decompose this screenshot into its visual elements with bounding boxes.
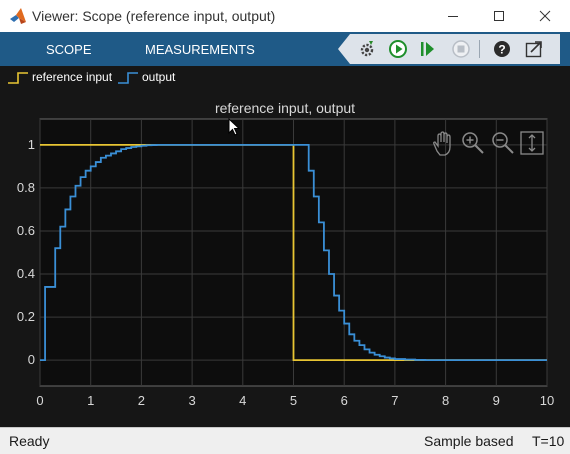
legend-swatch-reference-input xyxy=(8,72,28,84)
plot-title: reference input, output xyxy=(214,100,356,116)
matlab-logo-icon xyxy=(10,8,26,24)
run-button[interactable] xyxy=(387,38,409,60)
window-title: Viewer: Scope (reference input, output) xyxy=(32,8,276,24)
svg-text:?: ? xyxy=(498,43,505,57)
undock-icon xyxy=(525,41,542,58)
settings-button[interactable] xyxy=(356,38,378,60)
stop-button[interactable] xyxy=(450,38,472,60)
status-bar: Ready Sample based T=10 xyxy=(0,427,570,454)
quick-access-toolbar: ? xyxy=(338,34,560,64)
run-icon xyxy=(389,40,407,58)
status-time: T=10 xyxy=(532,433,565,449)
help-icon: ? xyxy=(494,41,510,57)
legend-label-output: output xyxy=(142,70,176,84)
minimize-button[interactable] xyxy=(430,0,476,32)
settings-gear-icon xyxy=(360,41,374,57)
close-icon xyxy=(539,10,551,22)
stop-icon xyxy=(452,40,470,58)
close-button[interactable] xyxy=(522,0,568,32)
minimize-icon xyxy=(448,16,458,17)
legend-item-output[interactable]: output xyxy=(116,68,196,86)
status-state: Ready xyxy=(9,433,50,449)
scope-display xyxy=(0,66,570,427)
maximize-icon xyxy=(494,11,504,21)
legend-item-reference-input[interactable]: reference input xyxy=(6,68,130,86)
status-mode: Sample based xyxy=(424,433,514,449)
toolbar-separator xyxy=(479,40,480,58)
maximize-button[interactable] xyxy=(476,0,522,32)
tab-measurements[interactable]: MEASUREMENTS xyxy=(145,42,255,57)
help-button[interactable]: ? xyxy=(491,38,513,60)
tab-scope[interactable]: SCOPE xyxy=(46,42,92,57)
step-forward-button[interactable] xyxy=(417,38,439,60)
window-title-bar: Viewer: Scope (reference input, output) xyxy=(0,0,570,32)
step-forward-icon xyxy=(421,42,434,56)
legend-label-reference-input: reference input xyxy=(32,70,113,84)
legend-swatch-output xyxy=(118,72,138,84)
legend[interactable]: reference input output xyxy=(6,68,196,86)
undock-button[interactable] xyxy=(523,38,545,60)
